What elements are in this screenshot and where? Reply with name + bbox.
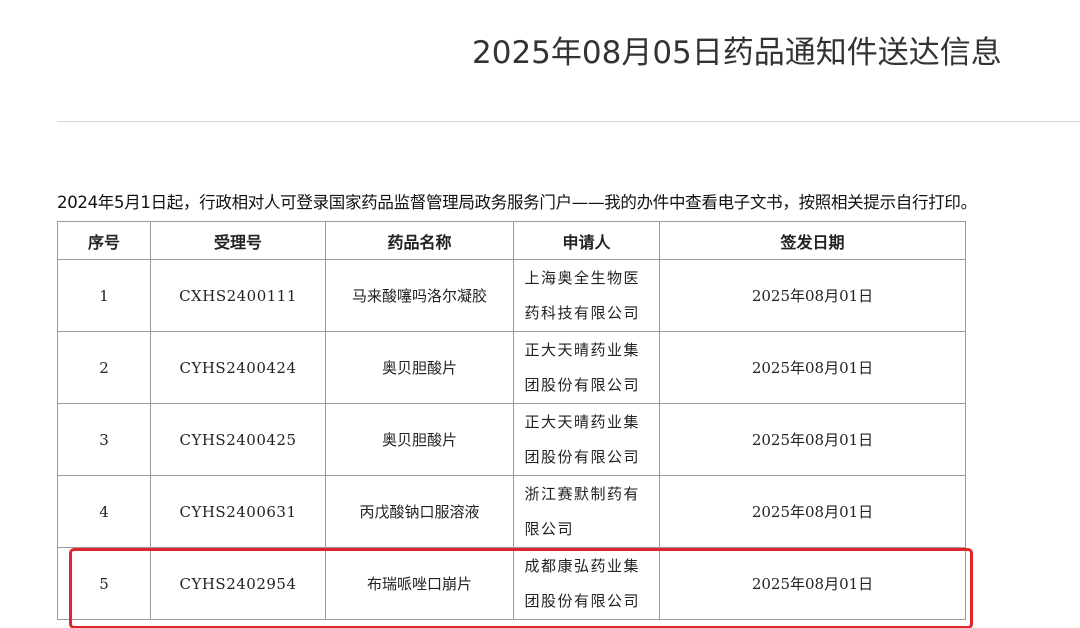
cell-index: 5	[57, 547, 151, 620]
cell-acceptance-no: CYHS2400424	[150, 331, 326, 404]
cell-applicant: 浙江赛默制药有限公司	[513, 475, 660, 548]
cell-drug-name: 马来酸噻吗洛尔凝胶	[325, 259, 514, 332]
cell-applicant: 正大天晴药业集团股份有限公司	[513, 331, 660, 404]
cell-acceptance-no: CYHS2400631	[150, 475, 326, 548]
cell-issue-date: 2025年08月01日	[659, 547, 966, 620]
cell-acceptance-no: CYHS2402954	[150, 547, 326, 620]
cell-applicant: 成都康弘药业集团股份有限公司	[513, 547, 660, 620]
cell-issue-date: 2025年08月01日	[659, 475, 966, 548]
applicant-text: 正大天晴药业集团股份有限公司	[524, 340, 641, 394]
table-row: 4 CYHS2400631 丙戊酸钠口服溶液 浙江赛默制药有限公司 2025年0…	[57, 475, 966, 548]
header-applicant: 申请人	[513, 221, 660, 260]
applicant-text: 正大天晴药业集团股份有限公司	[524, 412, 641, 466]
cell-index: 4	[57, 475, 151, 548]
cell-issue-date: 2025年08月01日	[659, 259, 966, 332]
header-drug-name: 药品名称	[325, 221, 514, 260]
header-issue-date: 签发日期	[659, 221, 966, 260]
applicant-text: 浙江赛默制药有限公司	[524, 484, 641, 538]
table-row: 3 CYHS2400425 奥贝胆酸片 正大天晴药业集团股份有限公司 2025年…	[57, 403, 966, 476]
cell-applicant: 上海奥全生物医药科技有限公司	[513, 259, 660, 332]
cell-issue-date: 2025年08月01日	[659, 331, 966, 404]
cell-acceptance-no: CYHS2400425	[150, 403, 326, 476]
applicant-text: 上海奥全生物医药科技有限公司	[524, 268, 641, 322]
title-divider	[57, 121, 1080, 122]
table-row-highlighted: 5 CYHS2402954 布瑞哌唑口崩片 成都康弘药业集团股份有限公司 202…	[57, 547, 966, 620]
notification-table: 序号 受理号 药品名称 申请人 签发日期 1 CXHS2400111 马来酸噻吗…	[57, 221, 966, 620]
cell-applicant: 正大天晴药业集团股份有限公司	[513, 403, 660, 476]
table-row: 1 CXHS2400111 马来酸噻吗洛尔凝胶 上海奥全生物医药科技有限公司 2…	[57, 259, 966, 332]
cell-drug-name: 奥贝胆酸片	[325, 331, 514, 404]
cell-acceptance-no: CXHS2400111	[150, 259, 326, 332]
notice-text: 2024年5月1日起，行政相对人可登录国家药品监督管理局政务服务门户——我的办件…	[57, 193, 977, 212]
table-header-row: 序号 受理号 药品名称 申请人 签发日期	[57, 221, 966, 260]
cell-issue-date: 2025年08月01日	[659, 403, 966, 476]
header-acceptance-no: 受理号	[150, 221, 326, 260]
cell-index: 3	[57, 403, 151, 476]
cell-drug-name: 布瑞哌唑口崩片	[325, 547, 514, 620]
cell-drug-name: 奥贝胆酸片	[325, 403, 514, 476]
cell-index: 1	[57, 259, 151, 332]
table-row: 2 CYHS2400424 奥贝胆酸片 正大天晴药业集团股份有限公司 2025年…	[57, 331, 966, 404]
applicant-text: 成都康弘药业集团股份有限公司	[524, 556, 641, 610]
page-title: 2025年08月05日药品通知件送达信息	[472, 35, 1002, 71]
cell-index: 2	[57, 331, 151, 404]
cell-drug-name: 丙戊酸钠口服溶液	[325, 475, 514, 548]
header-index: 序号	[57, 221, 151, 260]
